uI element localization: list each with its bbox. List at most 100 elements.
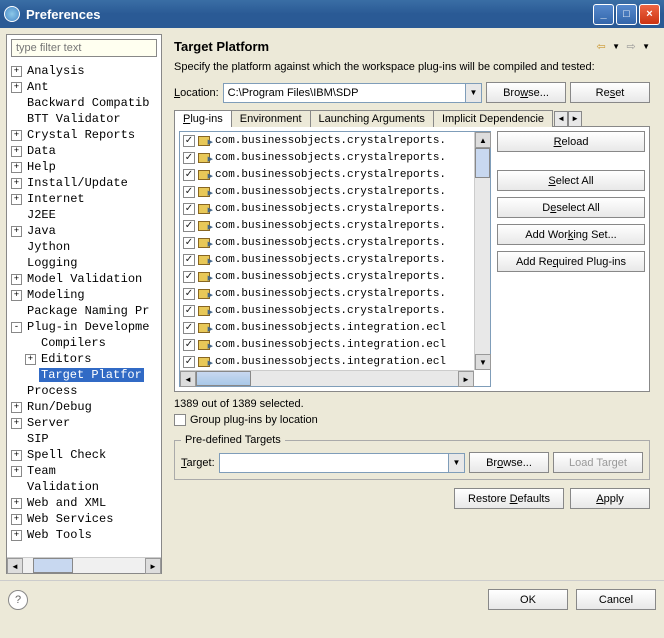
plugin-checkbox[interactable] [183, 288, 195, 300]
plugin-checkbox[interactable] [183, 322, 195, 334]
tree-item[interactable]: +Internet [11, 191, 157, 207]
tree-item[interactable]: +Java [11, 223, 157, 239]
add-working-set-button[interactable]: Add Working Set... [497, 224, 645, 245]
tree-item[interactable]: +Server [11, 415, 157, 431]
scroll-down-icon[interactable]: ▼ [475, 354, 491, 370]
expand-icon[interactable]: + [11, 290, 22, 301]
expand-icon[interactable]: + [11, 178, 22, 189]
plugin-checkbox[interactable] [183, 356, 195, 368]
tree-item[interactable]: +Analysis [11, 63, 157, 79]
cancel-button[interactable]: Cancel [576, 589, 656, 610]
plugin-hscrollbar[interactable]: ◄ ► [180, 370, 474, 386]
tree-item[interactable]: +Team [11, 463, 157, 479]
expand-icon[interactable]: + [11, 514, 22, 525]
plugin-checkbox[interactable] [183, 152, 195, 164]
minimize-button[interactable]: _ [593, 4, 614, 25]
plugin-item[interactable]: com.businessobjects.crystalreports. [180, 302, 490, 319]
tree-item[interactable]: Validation [11, 479, 157, 495]
tree-item[interactable]: Logging [11, 255, 157, 271]
scroll-thumb[interactable] [33, 558, 73, 573]
tree-item[interactable]: J2EE [11, 207, 157, 223]
scroll-left-icon[interactable]: ◄ [180, 371, 196, 387]
expand-icon[interactable]: + [11, 82, 22, 93]
scroll-right-icon[interactable]: ► [458, 371, 474, 387]
plugin-item[interactable]: com.businessobjects.crystalreports. [180, 183, 490, 200]
expand-icon[interactable]: + [11, 162, 22, 173]
expand-icon[interactable]: + [11, 418, 22, 429]
tree-item[interactable]: Process [11, 383, 157, 399]
tree-item[interactable]: Backward Compatib [11, 95, 157, 111]
plugin-checkbox[interactable] [183, 305, 195, 317]
expand-icon[interactable]: + [11, 226, 22, 237]
plugin-item[interactable]: com.businessobjects.integration.ecl [180, 336, 490, 353]
plugin-item[interactable]: com.businessobjects.integration.ecl [180, 319, 490, 336]
tree-item[interactable]: +Modeling [11, 287, 157, 303]
tree-item[interactable]: +Spell Check [11, 447, 157, 463]
expand-icon[interactable]: + [11, 498, 22, 509]
tree-item[interactable]: +Web and XML [11, 495, 157, 511]
tree-item[interactable]: +Run/Debug [11, 399, 157, 415]
expand-icon[interactable]: + [11, 274, 22, 285]
tab-implicit-dependencies[interactable]: Implicit Dependencie [433, 110, 553, 127]
ok-button[interactable]: OK [488, 589, 568, 610]
tree-item[interactable]: +Model Validation [11, 271, 157, 287]
tab-launching-arguments[interactable]: Launching Arguments [310, 110, 434, 127]
tab-scroll-left-icon[interactable]: ◄ [554, 111, 568, 127]
close-button[interactable]: × [639, 4, 660, 25]
tree-item[interactable]: +Editors [11, 351, 157, 367]
expand-icon[interactable]: + [11, 530, 22, 541]
plugin-item[interactable]: com.businessobjects.crystalreports. [180, 200, 490, 217]
scroll-thumb[interactable] [196, 371, 251, 386]
expand-icon[interactable]: + [11, 146, 22, 157]
expand-icon[interactable]: + [25, 354, 36, 365]
scroll-up-icon[interactable]: ▲ [475, 132, 491, 148]
expand-icon[interactable]: + [11, 194, 22, 205]
category-tree[interactable]: +Analysis+AntBackward CompatibBTT Valida… [7, 61, 161, 557]
dropdown-icon[interactable]: ▼ [612, 42, 620, 51]
tree-item[interactable]: +Help [11, 159, 157, 175]
plugin-item[interactable]: com.businessobjects.crystalreports. [180, 166, 490, 183]
location-combo[interactable]: ▼ [223, 83, 482, 103]
collapse-icon[interactable]: - [11, 322, 22, 333]
expand-icon[interactable]: + [11, 450, 22, 461]
plugin-checkbox[interactable] [183, 254, 195, 266]
restore-defaults-button[interactable]: Restore Defaults [454, 488, 564, 509]
tree-item[interactable]: +Web Tools [11, 527, 157, 543]
select-all-button[interactable]: Select All [497, 170, 645, 191]
expand-icon[interactable]: + [11, 130, 22, 141]
maximize-button[interactable]: □ [616, 4, 637, 25]
reload-button[interactable]: Reload [497, 131, 645, 152]
add-required-button[interactable]: Add Required Plug-ins [497, 251, 645, 272]
tree-item[interactable]: +Ant [11, 79, 157, 95]
plugin-checkbox[interactable] [183, 186, 195, 198]
location-input[interactable] [224, 84, 465, 102]
tree-hscrollbar[interactable]: ◄ ► [7, 557, 161, 573]
browse-button[interactable]: Browse... [486, 82, 566, 103]
tree-item[interactable]: Target Platfor [11, 367, 157, 383]
tree-item[interactable]: +Web Services [11, 511, 157, 527]
scroll-thumb[interactable] [475, 148, 490, 178]
plugin-item[interactable]: com.businessobjects.crystalreports. [180, 217, 490, 234]
tree-item[interactable]: BTT Validator [11, 111, 157, 127]
deselect-all-button[interactable]: Deselect All [497, 197, 645, 218]
plugin-checkbox[interactable] [183, 271, 195, 283]
plugin-checkbox[interactable] [183, 135, 195, 147]
plugin-checkbox[interactable] [183, 339, 195, 351]
plugin-checkbox[interactable] [183, 237, 195, 249]
tree-item[interactable]: -Plug-in Developme [11, 319, 157, 335]
plugin-item[interactable]: com.businessobjects.integration.ecl [180, 353, 490, 370]
scroll-left-icon[interactable]: ◄ [7, 558, 23, 574]
tree-item[interactable]: +Data [11, 143, 157, 159]
tree-item[interactable]: Jython [11, 239, 157, 255]
dropdown-icon[interactable]: ▼ [448, 454, 464, 472]
plugin-vscrollbar[interactable]: ▲ ▼ [474, 132, 490, 370]
target-combo[interactable]: ▼ [219, 453, 465, 473]
target-browse-button[interactable]: Browse... [469, 452, 549, 473]
plugin-item[interactable]: com.businessobjects.crystalreports. [180, 132, 490, 149]
tab-plugins[interactable]: Plug-ins [174, 110, 232, 127]
plugin-item[interactable]: com.businessobjects.crystalreports. [180, 251, 490, 268]
tree-item[interactable]: Compilers [11, 335, 157, 351]
load-target-button[interactable]: Load Target [553, 452, 643, 473]
group-by-location-checkbox[interactable] [174, 414, 186, 426]
tab-scroll-right-icon[interactable]: ► [568, 111, 582, 127]
